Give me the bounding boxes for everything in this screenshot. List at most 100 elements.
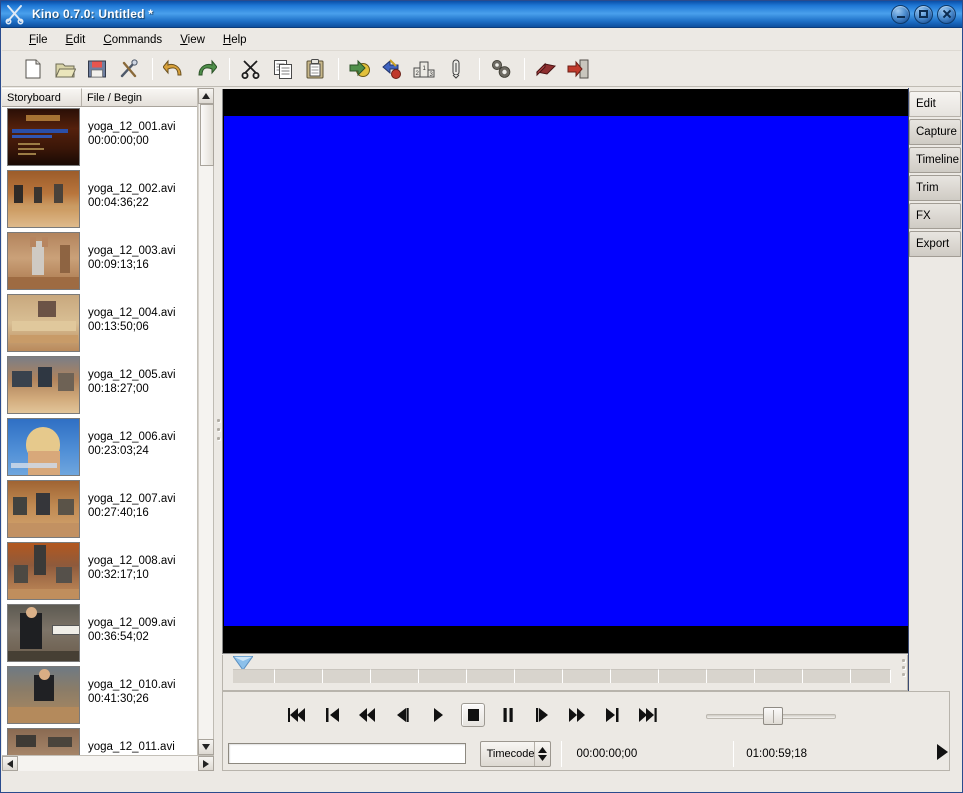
scrub-segment[interactable] (467, 669, 515, 683)
storyboard-vertical-scrollbar[interactable] (197, 88, 214, 755)
clip-thumbnail[interactable] (7, 418, 80, 476)
menu-commands[interactable]: Commands (94, 32, 171, 48)
list-item[interactable]: yoga_12_003.avi 00:09:13;16 (2, 231, 198, 293)
new-icon[interactable] (18, 54, 48, 84)
scrub-segment[interactable] (659, 669, 707, 683)
clip-thumbnail[interactable] (7, 232, 80, 290)
list-item[interactable]: yoga_12_006.avi 00:23:03;24 (2, 417, 198, 479)
scroll-right-arrow-icon[interactable] (198, 756, 214, 771)
tab-edit[interactable]: Edit (909, 91, 961, 117)
timecode-spinner-icon[interactable] (534, 741, 550, 766)
paste-clipboard-icon[interactable] (300, 54, 330, 84)
close-button[interactable] (937, 4, 956, 24)
quit-exit-icon[interactable] (563, 54, 593, 84)
pause-button[interactable] (496, 703, 520, 727)
menu-edit[interactable]: Edit (57, 32, 95, 48)
step-forward-button[interactable] (531, 703, 555, 727)
play-button[interactable] (426, 703, 450, 727)
panel-splitter-handle[interactable] (214, 88, 222, 771)
vertical-scroll-track[interactable] (198, 104, 214, 739)
clip-thumbnail[interactable] (7, 108, 80, 166)
play-triangle-icon[interactable] (935, 743, 949, 764)
storyboard-list[interactable]: yoga_12_001.avi 00:00:00;00 yoga_12_002.… (2, 107, 198, 755)
minimize-button[interactable] (891, 4, 910, 24)
scrub-segment[interactable] (611, 669, 659, 683)
tab-fx[interactable]: FX (909, 203, 961, 229)
copy-icon[interactable] (268, 54, 298, 84)
tab-timeline[interactable]: Timeline (909, 147, 961, 173)
storyboard-horizontal-scrollbar[interactable] (2, 755, 214, 771)
clip-thumbnail[interactable] (7, 728, 80, 755)
scrub-segment[interactable] (563, 669, 611, 683)
vertical-scroll-thumb[interactable] (200, 104, 214, 166)
skip-to-start-button[interactable] (286, 703, 310, 727)
next-scene-button[interactable] (601, 703, 625, 727)
split-scene-icon[interactable] (377, 54, 407, 84)
clip-thumbnail[interactable] (7, 480, 80, 538)
list-item[interactable]: yoga_12_004.avi 00:13:50;06 (2, 293, 198, 355)
title-bar[interactable]: Kino 0.7.0: Untitled * (1, 1, 962, 28)
scrub-segment[interactable] (851, 669, 891, 683)
scrub-track[interactable] (233, 669, 893, 683)
list-item[interactable]: yoga_12_009.avi 00:36:54;02 (2, 603, 198, 665)
attach-clip-icon[interactable] (441, 54, 471, 84)
menu-view[interactable]: View (171, 32, 214, 48)
clip-thumbnail[interactable] (7, 294, 80, 352)
goto-scene-icon[interactable] (345, 54, 375, 84)
step-back-button[interactable] (391, 703, 415, 727)
scrub-segment[interactable] (755, 669, 803, 683)
scrub-segment[interactable] (515, 669, 563, 683)
list-item[interactable]: yoga_12_005.avi 00:18:27;00 (2, 355, 198, 417)
join-scene-icon[interactable]: 123 (409, 54, 439, 84)
clip-thumbnail[interactable] (7, 170, 80, 228)
clip-thumbnail[interactable] (7, 604, 80, 662)
scrub-resize-grip-icon[interactable] (902, 659, 905, 676)
list-item[interactable]: yoga_12_010.avi 00:41:30;26 (2, 665, 198, 727)
scrub-segment[interactable] (323, 669, 371, 683)
open-folder-icon[interactable] (50, 54, 80, 84)
menu-file[interactable]: File (20, 32, 57, 48)
tab-trim[interactable]: Trim (909, 175, 961, 201)
list-item[interactable]: yoga_12_008.avi 00:32:17;10 (2, 541, 198, 603)
playhead-marker-icon[interactable] (232, 655, 254, 671)
tab-export[interactable]: Export (909, 231, 961, 257)
scroll-down-arrow-icon[interactable] (198, 739, 214, 755)
stop-button[interactable] (461, 702, 485, 727)
cut-scissors-icon[interactable] (236, 54, 266, 84)
list-item[interactable]: yoga_12_011.avi (2, 727, 198, 755)
column-header-storyboard[interactable]: Storyboard (2, 88, 82, 106)
clip-thumbnail[interactable] (7, 666, 80, 724)
horizontal-scroll-track[interactable] (18, 756, 198, 771)
list-item[interactable]: yoga_12_002.avi 00:04:36;22 (2, 169, 198, 231)
clip-thumbnail[interactable] (7, 356, 80, 414)
scrub-segment[interactable] (371, 669, 419, 683)
save-floppy-icon[interactable] (82, 54, 112, 84)
list-item[interactable]: yoga_12_001.avi 00:00:00;00 (2, 107, 198, 169)
scrub-segment[interactable] (233, 669, 275, 683)
undo-arrow-icon[interactable] (159, 54, 189, 84)
redo-arrow-icon[interactable] (191, 54, 221, 84)
volume-slider[interactable] (706, 704, 836, 726)
scrub-segment[interactable] (419, 669, 467, 683)
clip-thumbnail[interactable] (7, 542, 80, 600)
scrub-segment[interactable] (803, 669, 851, 683)
preferences-tools-icon[interactable] (114, 54, 144, 84)
scrub-segment[interactable] (707, 669, 755, 683)
timecode-mode-selector[interactable]: Timecode (479, 740, 552, 767)
maximize-button[interactable] (914, 4, 933, 24)
tab-capture[interactable]: Capture (909, 119, 961, 145)
list-item[interactable]: yoga_12_007.avi 00:27:40;16 (2, 479, 198, 541)
fast-forward-button[interactable] (566, 703, 590, 727)
manual-book-icon[interactable] (531, 54, 561, 84)
scroll-up-arrow-icon[interactable] (198, 88, 214, 104)
volume-thumb[interactable] (763, 706, 783, 725)
scroll-left-arrow-icon[interactable] (2, 756, 18, 771)
previous-scene-button[interactable] (321, 703, 345, 727)
column-header-file-begin[interactable]: File / Begin (82, 88, 198, 106)
position-input[interactable] (228, 743, 466, 764)
video-frame-display[interactable] (224, 116, 908, 626)
scrub-segment[interactable] (275, 669, 323, 683)
menu-help[interactable]: Help (214, 32, 256, 48)
settings-gears-icon[interactable] (486, 54, 516, 84)
skip-to-end-button[interactable] (636, 703, 660, 727)
